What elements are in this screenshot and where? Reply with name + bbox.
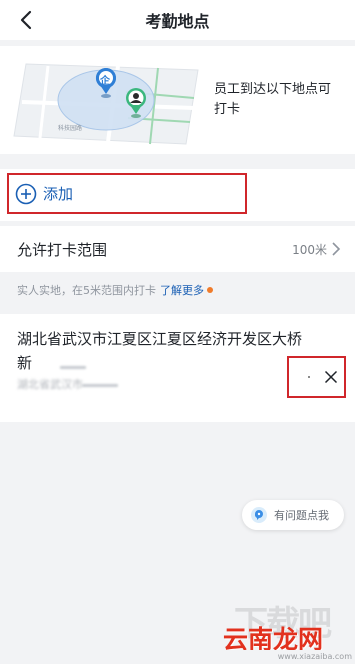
add-location-row: 添加 bbox=[0, 169, 355, 221]
watermark-brand: 云南龙网 bbox=[223, 625, 324, 650]
map-pin-label: 企 bbox=[100, 76, 110, 87]
delete-location-button[interactable] bbox=[287, 356, 346, 398]
checkin-range-row[interactable]: 允许打卡范围 100米 bbox=[0, 226, 355, 272]
close-icon bbox=[324, 370, 338, 384]
checkin-range-value: 100米 bbox=[292, 242, 327, 257]
add-location-button[interactable]: 添加 bbox=[7, 173, 247, 214]
chevron-left-icon bbox=[20, 10, 32, 30]
back-button[interactable] bbox=[14, 8, 38, 32]
new-badge-dot bbox=[207, 287, 213, 293]
page-title: 考勤地点 bbox=[145, 12, 210, 31]
redacted-mark bbox=[60, 366, 86, 369]
top-bar: 考勤地点 bbox=[0, 0, 355, 40]
chat-help-icon bbox=[251, 507, 267, 523]
location-address-line2: 新 bbox=[17, 354, 33, 372]
redacted-mark bbox=[82, 384, 118, 387]
redacted-mark bbox=[308, 376, 310, 378]
map-illustration bbox=[13, 63, 199, 145]
help-button[interactable]: 有问题点我 bbox=[242, 500, 344, 530]
hero-banner: 企 科技园路 员工到达以下地点可打卡 bbox=[0, 46, 355, 154]
help-label: 有问题点我 bbox=[274, 509, 329, 522]
watermark-url: www.xiazaiba.com bbox=[277, 652, 352, 661]
location-address: 湖北省武汉市江夏区江夏区经济开发区大桥 bbox=[17, 330, 303, 348]
hero-description: 员工到达以下地点可打卡 bbox=[214, 82, 332, 117]
learn-more-link[interactable]: 了解更多 bbox=[160, 282, 204, 298]
add-location-label: 添加 bbox=[43, 185, 74, 203]
location-subtitle: 湖北省武汉市 bbox=[17, 378, 83, 390]
checkin-range-label: 允许打卡范围 bbox=[17, 240, 108, 259]
map-road-label: 科技园路 bbox=[58, 125, 83, 132]
plus-circle-icon bbox=[15, 183, 37, 204]
checkin-hint: 实人实地，在5米范围内打卡 了解更多 bbox=[0, 272, 355, 308]
hint-text: 实人实地，在5米范围内打卡 bbox=[17, 284, 156, 297]
location-item: 湖北省武汉市江夏区江夏区经济开发区大桥 新 湖北省武汉市 bbox=[0, 314, 355, 422]
chevron-right-icon bbox=[332, 242, 341, 256]
